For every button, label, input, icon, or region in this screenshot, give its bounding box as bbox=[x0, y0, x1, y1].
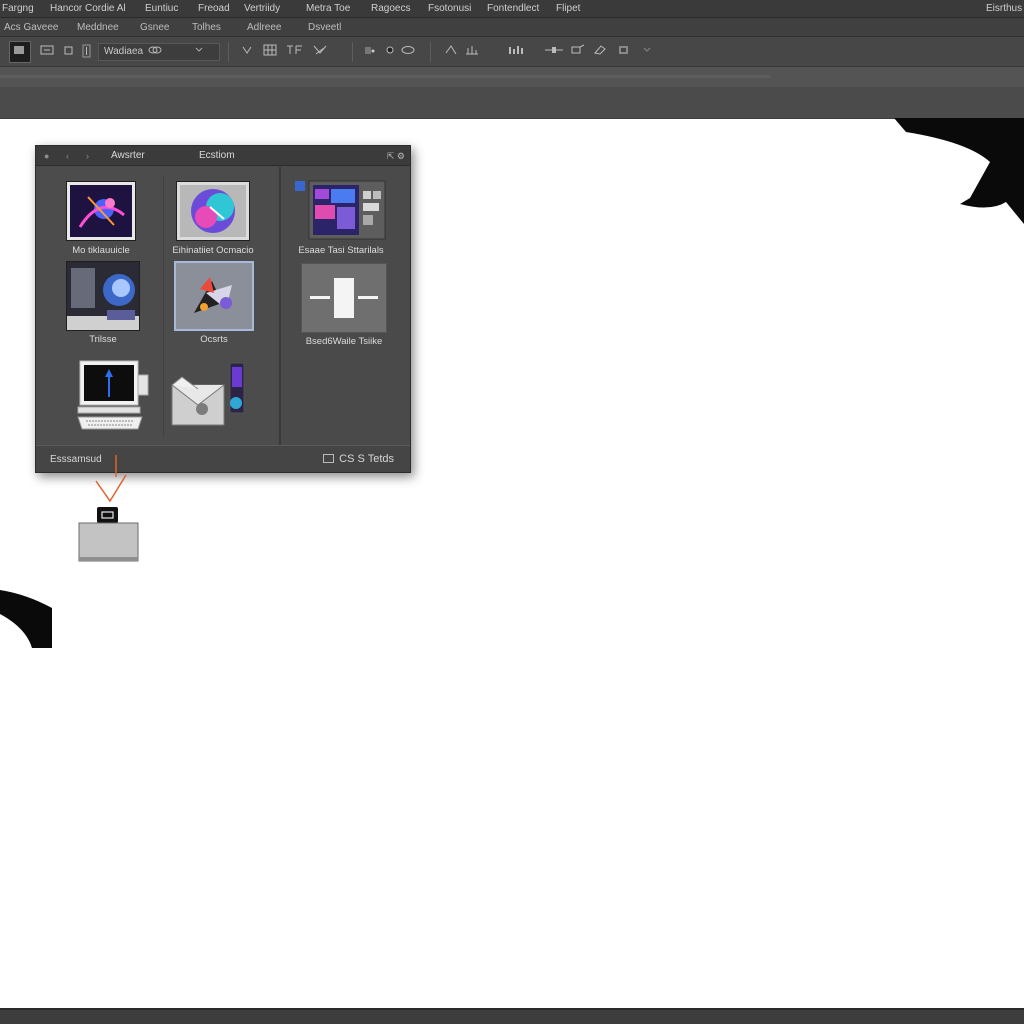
connector-arrow bbox=[95, 455, 127, 503]
dialog-title-left: Awsrter bbox=[111, 150, 145, 161]
item-label: Eihinatiiet Ocmacio bbox=[172, 245, 254, 256]
item-label: Mo tiklauuicle bbox=[72, 245, 130, 256]
image-thumbnail bbox=[295, 180, 386, 240]
forward-arrow-icon[interactable]: › bbox=[86, 146, 89, 166]
shape-icon[interactable] bbox=[312, 43, 328, 61]
menu-item[interactable]: Fsotonusi bbox=[428, 0, 471, 18]
tab[interactable]: Tolhes bbox=[192, 18, 221, 37]
list-item[interactable]: Esaae Tasi Sttarilals bbox=[293, 177, 389, 257]
item-label: Trilsse bbox=[89, 334, 117, 345]
window-controls-icon[interactable]: ⇱ ⚙ bbox=[387, 146, 405, 166]
cloud-icon[interactable] bbox=[400, 43, 416, 61]
square-icon[interactable] bbox=[62, 43, 76, 61]
transform-icon[interactable] bbox=[240, 43, 254, 61]
layer-icon[interactable] bbox=[362, 43, 376, 61]
menu-bar: Fargng Hancor Cordie Al Euntiuc Freoad V… bbox=[0, 0, 1024, 18]
tab[interactable]: Acs Gaveee bbox=[4, 18, 58, 37]
menu-item[interactable]: Euntiuc bbox=[145, 0, 178, 18]
dropdown-chevron-icon[interactable] bbox=[192, 43, 206, 61]
arrange-icon[interactable] bbox=[508, 43, 526, 61]
document-tab-bar: Acs Gaveee Meddnee Gsnee Tolhes Adlreee … bbox=[0, 18, 1024, 37]
image-thumbnail bbox=[174, 261, 254, 331]
image-thumbnail bbox=[176, 181, 250, 241]
list-item[interactable]: Ocsrts bbox=[174, 261, 254, 345]
menu-item[interactable]: Vertriidy bbox=[244, 0, 280, 18]
package-icon[interactable] bbox=[168, 359, 248, 431]
storage-device-icon[interactable] bbox=[78, 507, 139, 563]
image-thumbnail bbox=[301, 263, 387, 333]
close-window-icon[interactable]: ● bbox=[44, 146, 49, 166]
computer-icon[interactable] bbox=[72, 357, 152, 433]
warp-icon[interactable] bbox=[286, 43, 304, 61]
distribute-icon[interactable] bbox=[544, 43, 564, 61]
menu-item[interactable]: Ragoecs bbox=[371, 0, 410, 18]
tab[interactable]: Meddnee bbox=[77, 18, 119, 37]
chevron-icon[interactable] bbox=[640, 43, 654, 61]
clipboard-icon[interactable] bbox=[616, 43, 632, 61]
dialog-title-center: Ecstiom bbox=[199, 150, 235, 161]
image-thumbnail bbox=[66, 181, 136, 241]
list-item[interactable]: Trilsse bbox=[66, 261, 140, 345]
tab[interactable]: Dsveetl bbox=[308, 18, 341, 37]
grid-icon[interactable] bbox=[262, 43, 278, 61]
panel-strip bbox=[0, 87, 1024, 119]
menu-item[interactable]: Hancor Cordie Al bbox=[50, 0, 126, 18]
list-item[interactable]: Mo tiklauuicle bbox=[66, 181, 136, 261]
status-bar bbox=[0, 1008, 1024, 1024]
menu-item[interactable]: Freoad bbox=[198, 0, 230, 18]
list-item[interactable]: Bsed6Waile Tsiike bbox=[301, 263, 387, 353]
right-items-pane: Esaae Tasi Sttarilals Bsed6Waile Tsiike bbox=[279, 167, 410, 445]
footer-right-button[interactable]: CS S Tetds bbox=[323, 446, 394, 473]
ruler-strip bbox=[0, 67, 1024, 87]
align-icon[interactable] bbox=[80, 43, 94, 61]
footer-right-label: CS S Tetds bbox=[339, 453, 394, 465]
tool-preset-icon[interactable] bbox=[9, 41, 31, 63]
new-icon[interactable] bbox=[38, 43, 56, 61]
tool-mode-label: Wadiaea bbox=[104, 46, 144, 57]
left-items-pane: Mo tiklauuicle Eihinatiiet Ocmacio Trils… bbox=[36, 167, 278, 445]
transform-icon[interactable] bbox=[570, 43, 586, 61]
menu-item[interactable]: Flipet bbox=[556, 0, 580, 18]
list-item[interactable]: Eihinatiiet Ocmacio bbox=[172, 181, 254, 261]
link-icon[interactable] bbox=[148, 43, 162, 61]
image-thumbnail bbox=[66, 261, 140, 331]
dialog-titlebar: ● ‹ › Awsrter Ecstiom ⇱ ⚙ bbox=[36, 146, 410, 166]
tab[interactable]: Adlreee bbox=[247, 18, 281, 37]
menu-right-label[interactable]: Eisrthus bbox=[986, 0, 1022, 18]
options-bar: Wadiaea bbox=[0, 37, 1024, 67]
menu-item[interactable]: Metra Toe bbox=[306, 0, 350, 18]
chart-icon[interactable] bbox=[464, 43, 480, 61]
menu-item[interactable]: Fontendlect bbox=[487, 0, 539, 18]
item-label: Esaae Tasi Sttarilals bbox=[298, 245, 384, 256]
black-curve-shape bbox=[0, 590, 52, 648]
pen-icon[interactable] bbox=[444, 43, 458, 61]
panel-icon bbox=[323, 454, 335, 463]
item-label: Ocsrts bbox=[200, 334, 228, 345]
eraser-icon[interactable] bbox=[592, 43, 608, 61]
black-corner-shape bbox=[894, 118, 1024, 224]
back-arrow-icon[interactable]: ‹ bbox=[66, 146, 69, 166]
menu-item[interactable]: Fargng bbox=[2, 0, 34, 18]
asset-browser-dialog: ● ‹ › Awsrter Ecstiom ⇱ ⚙ Mo tiklauuicle… bbox=[35, 145, 411, 473]
item-label: Bsed6Waile Tsiike bbox=[305, 336, 383, 347]
path-icon[interactable] bbox=[384, 43, 396, 61]
tab[interactable]: Gsnee bbox=[140, 18, 169, 37]
